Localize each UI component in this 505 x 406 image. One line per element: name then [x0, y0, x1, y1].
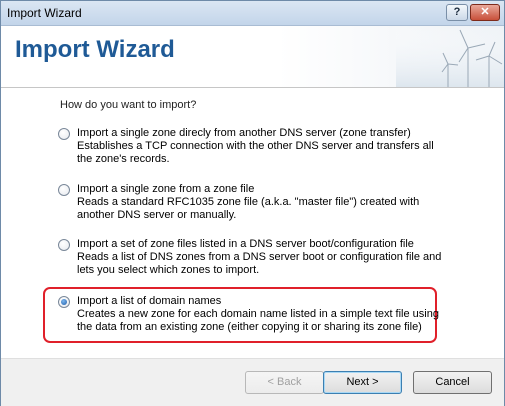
- option-title: Import a list of domain names: [77, 295, 222, 307]
- option-description: Creates a new zone for each domain name …: [77, 308, 439, 333]
- banner-title: Import Wizard: [15, 36, 175, 63]
- help-button[interactable]: ?: [446, 4, 468, 21]
- close-button[interactable]: ✕: [470, 4, 500, 21]
- cancel-button[interactable]: Cancel: [413, 371, 492, 394]
- next-button[interactable]: Next >: [323, 371, 402, 394]
- option-title: Import a single zone from a zone file: [77, 183, 255, 195]
- option-description: Reads a standard RFC1035 zone file (a.k.…: [77, 196, 420, 221]
- title-bar[interactable]: Import Wizard ? ✕: [1, 1, 504, 26]
- radio-domain-names-list[interactable]: [58, 296, 70, 308]
- option-description: Establishes a TCP connection with the ot…: [77, 140, 434, 165]
- import-question: How do you want to import?: [60, 99, 197, 111]
- wind-turbines-image: [396, 26, 504, 87]
- import-wizard-window: Import Wizard ? ✕ Import Wizard How do y…: [0, 0, 505, 406]
- radio-zone-file[interactable]: [58, 184, 70, 196]
- wizard-content: How do you want to import? Import a sing…: [1, 88, 504, 358]
- radio-zone-transfer[interactable]: [58, 128, 70, 140]
- back-button[interactable]: < Back: [245, 371, 324, 394]
- radio-boot-config-file[interactable]: [58, 239, 70, 251]
- wizard-banner: Import Wizard: [1, 26, 504, 88]
- option-title: Import a single zone direcly from anothe…: [77, 127, 411, 139]
- button-bar: < Back Next > Cancel: [1, 358, 504, 406]
- window-title: Import Wizard: [7, 6, 82, 20]
- option-title: Import a set of zone files listed in a D…: [77, 238, 414, 250]
- option-description: Reads a list of DNS zones from a DNS ser…: [77, 251, 442, 276]
